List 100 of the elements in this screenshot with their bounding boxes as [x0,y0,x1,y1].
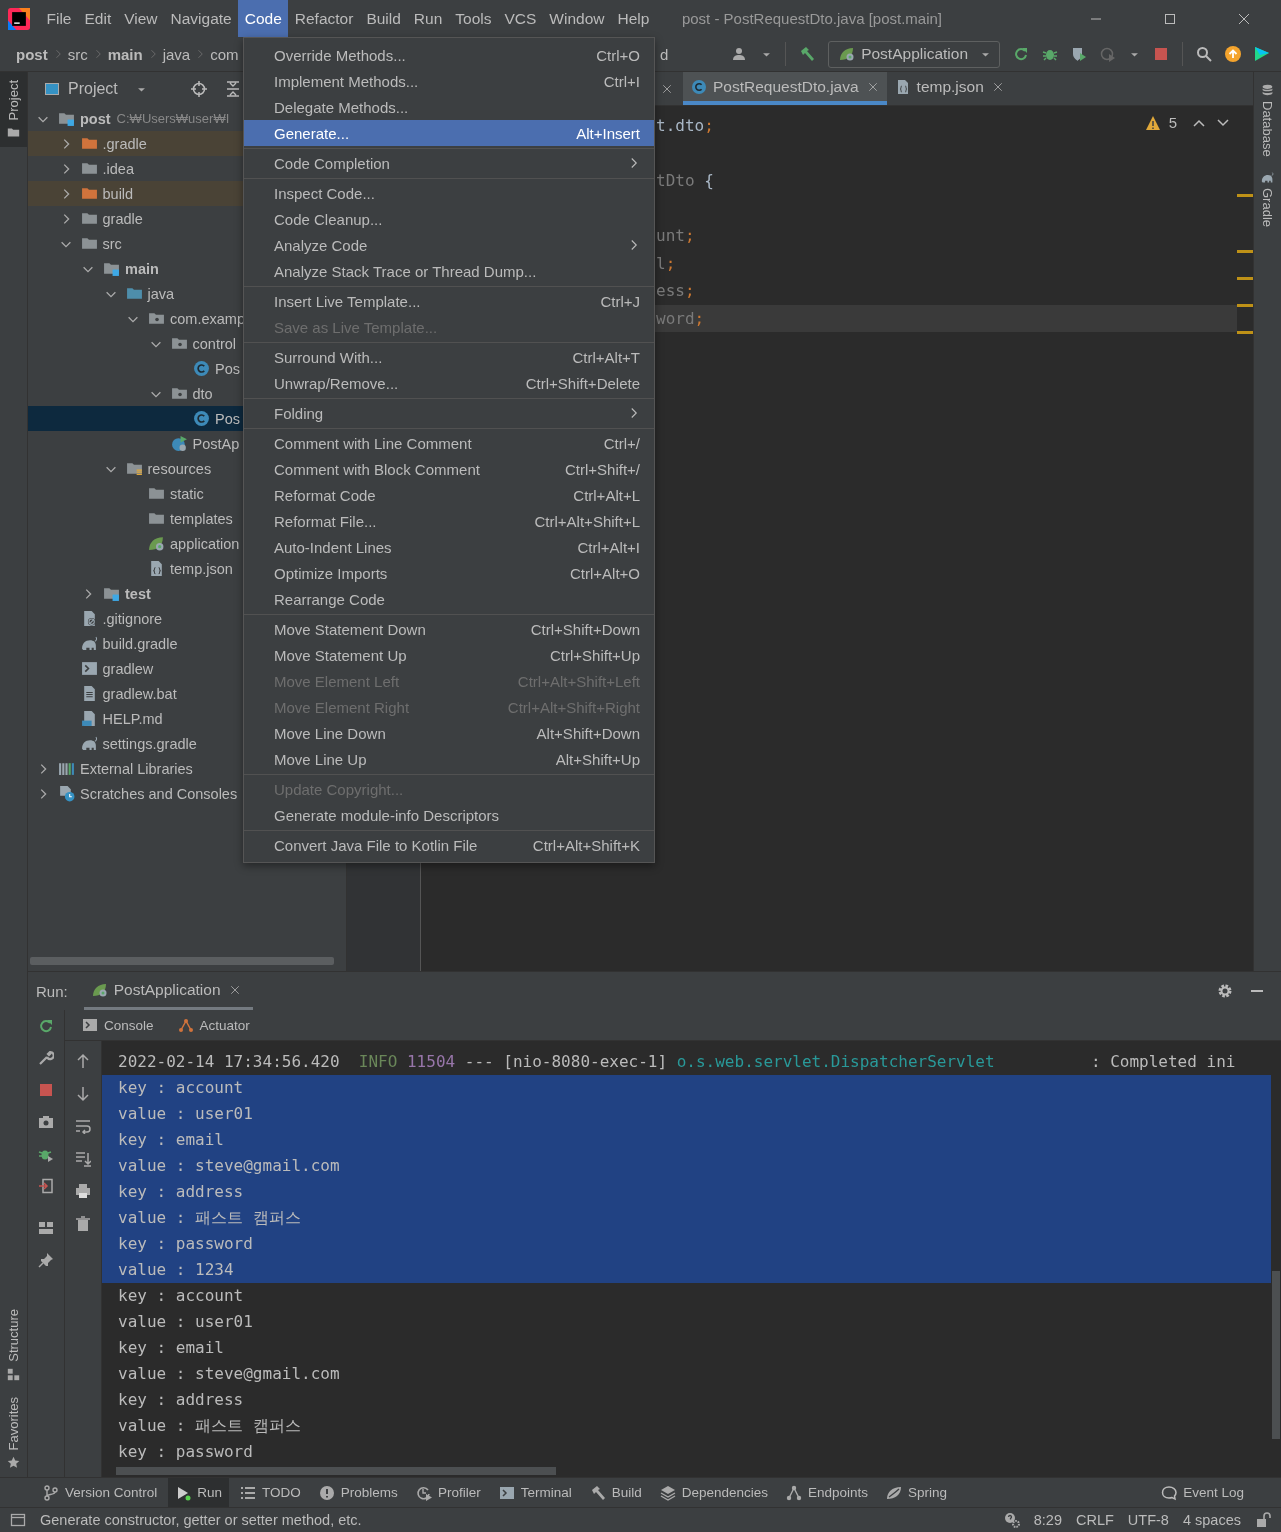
menu-item[interactable]: Implement Methods... Ctrl+I [244,68,654,94]
menu-item[interactable]: Reformat File... Ctrl+Alt+Shift+L [244,508,654,534]
warning-icon[interactable] [1144,114,1161,131]
run-tab[interactable]: PostApplication [83,972,253,1010]
run-configuration-dropdown[interactable]: PostApplication [828,40,1000,68]
close-icon[interactable] [228,983,241,996]
close-icon[interactable] [866,80,879,93]
menu-item[interactable]: Analyze Code [244,232,654,258]
warning-marker[interactable] [1237,250,1253,253]
tool-window-tab[interactable]: Project [0,72,27,148]
close-icon[interactable] [991,80,1004,93]
warning-count[interactable]: 5 [1168,114,1177,131]
tool-window-button[interactable]: Spring [879,1478,955,1507]
tool-window-tab[interactable]: Database [1260,84,1275,157]
tool-window-button[interactable]: Event Log [1154,1478,1251,1507]
menu-item[interactable]: Delegate Methods... [244,94,654,120]
caret-position[interactable]: 8:29 [1033,1512,1062,1528]
menu-item[interactable]: Generate... Alt+Insert [244,120,654,146]
tool-window-button[interactable]: TODO [233,1478,308,1507]
menu[interactable]: File [40,0,78,37]
triangle-logo-icon[interactable] [1254,46,1270,62]
tool-window-button[interactable]: Problems [311,1478,405,1507]
breadcrumb[interactable]: src [67,45,88,63]
help-icon[interactable] [1003,1512,1020,1528]
editor-tab[interactable]: PostRequestDto.java [683,72,887,105]
locate-icon[interactable] [190,81,207,97]
menu-item[interactable]: Move Line Down Alt+Shift+Down [244,720,654,746]
tool-window-button[interactable]: Endpoints [779,1478,876,1507]
menu-item[interactable]: Generate module-info Descriptors [244,802,654,828]
tool-window-button[interactable]: Version Control [36,1478,165,1507]
rerun-icon[interactable] [38,1018,54,1034]
menu-item[interactable]: Folding [244,400,654,426]
breadcrumb[interactable]: com [210,45,239,63]
menu-item[interactable]: Move Line Up Alt+Shift+Up [244,746,654,772]
file-encoding[interactable]: UTF-8 [1127,1512,1169,1528]
menu-item[interactable]: Code Cleanup... [244,206,654,232]
menu[interactable]: Help [611,0,656,37]
menu[interactable]: VCS [497,0,543,37]
menu-item[interactable]: Comment with Block Comment Ctrl+Shift+/ [244,456,654,482]
menu[interactable]: Run [407,0,449,37]
menu[interactable]: Navigate [164,0,239,37]
exit-icon[interactable] [38,1178,54,1194]
menu-item[interactable]: Surround With... Ctrl+Alt+T [244,344,654,370]
breadcrumb[interactable]: java [162,45,191,63]
scrollbar-thumb[interactable] [116,1467,556,1475]
update-icon[interactable] [1225,46,1241,62]
pin-icon[interactable] [38,1252,54,1268]
up-arrow-icon[interactable] [75,1053,91,1069]
tool-window-button[interactable]: Build [582,1478,649,1507]
close-icon[interactable] [661,82,673,95]
down-arrow-icon[interactable] [75,1085,91,1102]
menu-item[interactable]: Move Statement Up Ctrl+Shift+Up [244,642,654,668]
layout-icon[interactable] [38,1220,54,1236]
menu-item[interactable]: Code Completion [244,150,654,176]
camera-icon[interactable] [38,1114,54,1130]
warning-marker[interactable] [1237,331,1253,334]
menu-item[interactable]: Override Methods... Ctrl+O [244,42,654,68]
menu-item[interactable]: Optimize Imports Ctrl+Alt+O [244,560,654,586]
menu-item[interactable]: Auto-Indent Lines Ctrl+Alt+I [244,534,654,560]
menu-item[interactable]: Insert Live Template... Ctrl+J [244,288,654,314]
menu[interactable]: Window [542,0,611,37]
menu-item[interactable]: Unwrap/Remove... Ctrl+Shift+Delete [244,370,654,396]
menu-item[interactable]: Rearrange Code [244,586,654,612]
soft-wrap-icon[interactable] [75,1118,91,1134]
console-tab[interactable]: Console [82,1017,154,1033]
tool-window-button[interactable]: Dependencies [652,1478,775,1507]
menu[interactable]: Edit [78,0,118,37]
breadcrumb[interactable]: main [107,45,143,63]
tool-window-button[interactable]: Profiler [408,1478,488,1507]
menu-item[interactable]: Convert Java File to Kotlin File Ctrl+Alt+Shift+K [244,832,654,858]
tool-window-button[interactable]: Terminal [491,1478,579,1507]
tool-window-tab[interactable]: Structure [0,1300,27,1389]
indent-setting[interactable]: 4 spaces [1182,1512,1241,1528]
menu-item[interactable]: Analyze Stack Trace or Thread Dump... [244,258,654,284]
stop-icon[interactable] [38,1082,54,1098]
console-tab[interactable]: Actuator [177,1017,250,1033]
menu-item[interactable]: Reformat Code Ctrl+Alt+L [244,482,654,508]
coverage-icon[interactable] [1071,46,1087,62]
tool-window-tab[interactable]: Favorites [0,1388,27,1477]
wrench-icon[interactable] [38,1050,54,1066]
editor-tab[interactable]: temp.json [886,72,1012,105]
tool-window-button[interactable]: Run [168,1478,230,1507]
tool-window-tab[interactable]: Gradle [1260,170,1275,227]
menu[interactable]: Code [238,0,289,37]
rerun-icon[interactable] [1013,46,1029,62]
menu-item[interactable]: Move Statement Down Ctrl+Shift+Down [244,616,654,642]
warning-marker[interactable] [1237,304,1253,307]
trash-icon[interactable] [75,1215,91,1232]
warning-marker[interactable] [1237,277,1253,280]
warning-marker[interactable] [1237,194,1253,197]
stop-icon[interactable] [1153,46,1169,62]
settings-icon[interactable] [1217,983,1233,999]
print-icon[interactable] [75,1183,91,1199]
breadcrumb[interactable]: post [16,45,48,63]
scrollbar-thumb[interactable] [1272,1271,1280,1439]
panel-toggle-icon[interactable] [10,1512,26,1528]
menu[interactable]: View [117,0,165,37]
lock-icon[interactable] [1255,1512,1271,1528]
line-separator[interactable]: CRLF [1076,1512,1114,1528]
scrollbar-thumb[interactable] [30,957,334,965]
